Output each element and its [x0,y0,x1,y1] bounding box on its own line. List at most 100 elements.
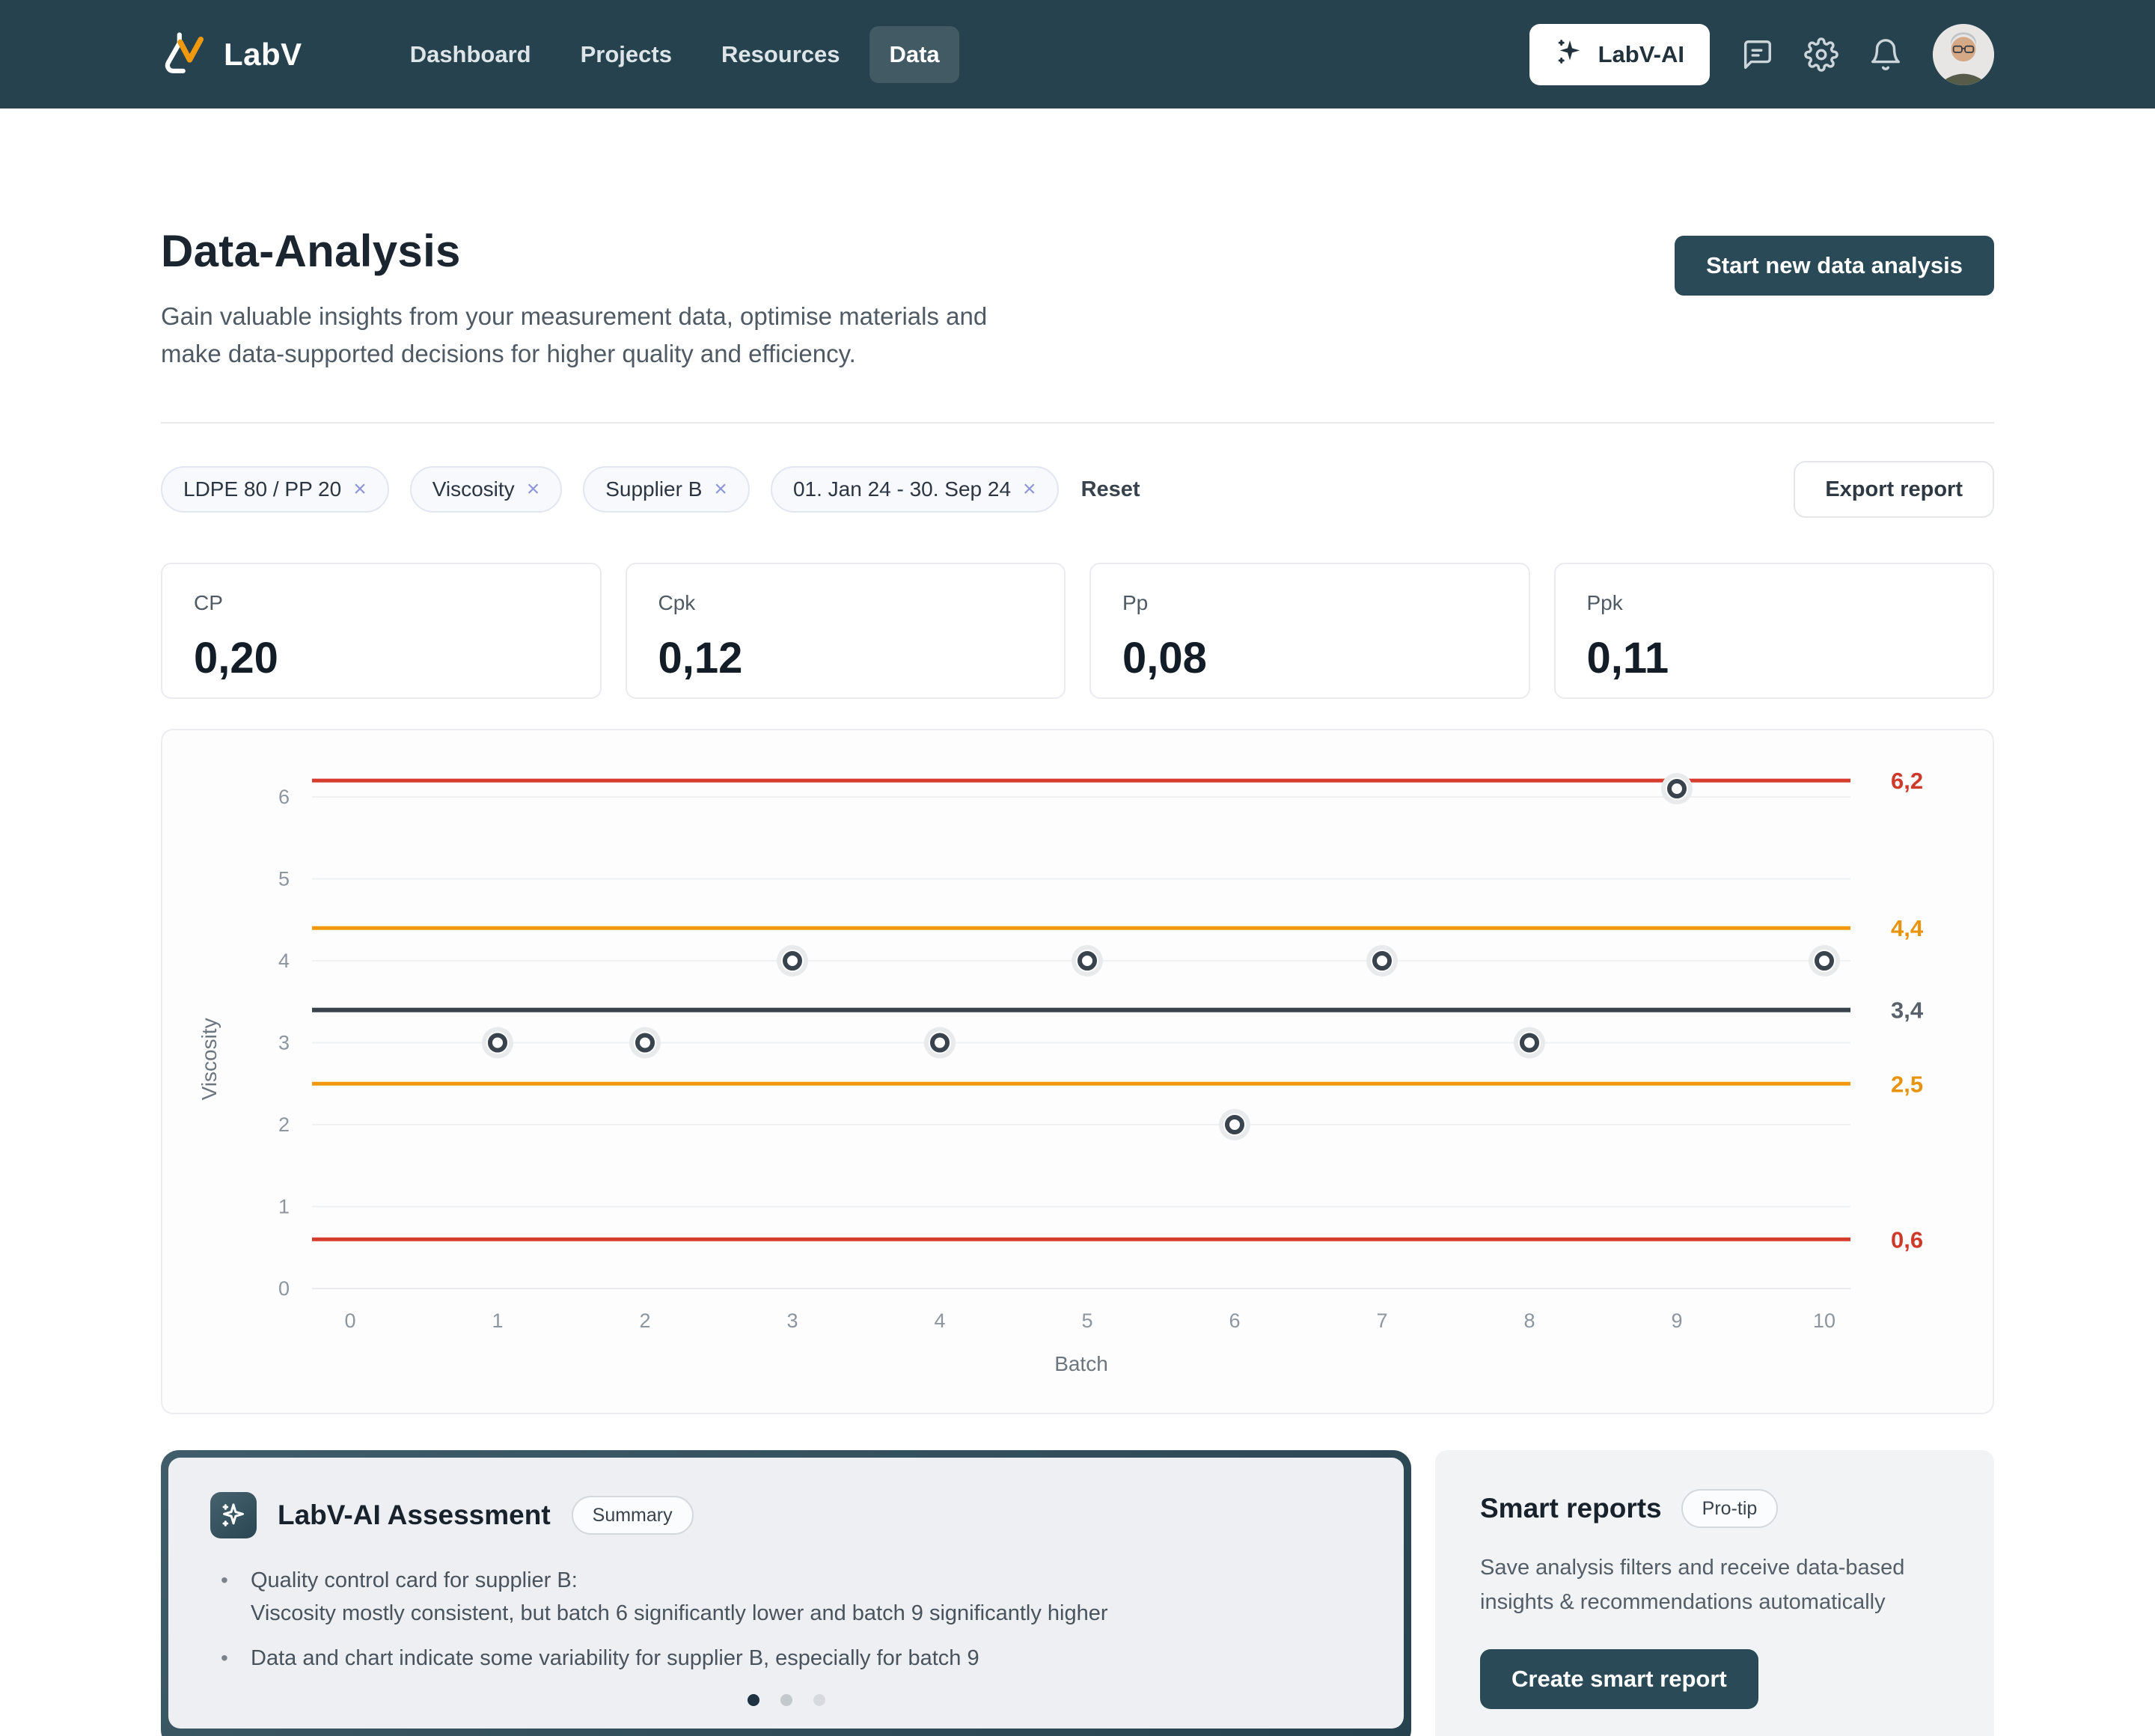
y-tick-label: 2 [278,1113,290,1136]
close-icon[interactable]: × [714,478,727,501]
data-point-batch-8[interactable] [1514,1027,1545,1059]
filter-chip-parameter[interactable]: Viscosity × [410,466,563,513]
close-icon[interactable]: × [1023,478,1036,501]
settings-button[interactable] [1804,37,1838,72]
assessment-carousel [210,1694,1362,1706]
data-point-batch-3[interactable] [777,945,808,977]
ai-assessment-frame: LabV-AI Assessment Summary • Quality con… [161,1450,1411,1736]
x-tick-label: 6 [1229,1309,1240,1332]
summary-badge: Summary [572,1496,694,1535]
y-tick-label: 4 [278,950,290,972]
smart-reports-card: Smart reports Pro-tip Save analysis filt… [1435,1450,1994,1736]
bullet-dot: • [221,1564,251,1630]
control-chart-card: 0123456012345678910BatchViscosity6,24,43… [161,729,1994,1414]
data-point-batch-9[interactable] [1661,773,1693,804]
main-content: Data-Analysis Gain valuable insights fro… [0,225,2155,1736]
filter-chip-material[interactable]: LDPE 80 / PP 20 × [161,466,389,513]
data-analysis-page: LabV Dashboard Projects Resources Data L… [0,0,2155,1736]
data-point-batch-6[interactable] [1219,1109,1250,1140]
bullet-dot: • [221,1642,251,1675]
carousel-dot-2[interactable] [780,1694,792,1706]
metric-label: Cpk [658,591,1033,615]
pro-tip-badge: Pro-tip [1681,1489,1779,1528]
metric-card-ppk: Ppk 0,11 [1554,563,1995,699]
feedback-button[interactable] [1740,37,1774,72]
assessment-bullets: • Quality control card for supplier B: V… [210,1564,1362,1675]
control-line-label-lower-spec-limit: 0,6 [1891,1226,1923,1253]
carousel-dot-1[interactable] [748,1694,759,1706]
data-point-batch-10[interactable] [1809,945,1840,977]
metric-label: Ppk [1587,591,1962,615]
x-tick-label: 3 [786,1309,798,1332]
filter-chips: LDPE 80 / PP 20 × Viscosity × Supplier B… [161,466,1059,513]
avatar-portrait [1933,24,1994,85]
x-tick-label: 4 [934,1309,945,1332]
filter-chip-daterange[interactable]: 01. Jan 24 - 30. Sep 24 × [771,466,1059,513]
filter-chip-supplier[interactable]: Supplier B × [583,466,750,513]
control-line-label-lower-warning-limit: 2,5 [1891,1071,1923,1097]
metric-card-cp: CP 0,20 [161,563,602,699]
flask-logo-icon [161,31,207,78]
control-line-label-upper-warning-limit: 4,4 [1891,915,1924,941]
topbar-right: LabV-AI [1529,24,1994,85]
metric-card-pp: Pp 0,08 [1089,563,1530,699]
bell-icon [1868,37,1903,72]
carousel-dot-3[interactable] [813,1694,825,1706]
data-point-batch-7[interactable] [1366,945,1398,977]
bottom-cards: LabV-AI Assessment Summary • Quality con… [161,1450,1994,1736]
create-smart-report-button[interactable]: Create smart report [1480,1649,1758,1709]
metric-value: 0,11 [1587,633,1962,683]
y-axis-label: Viscosity [198,1018,221,1100]
page-subtitle: Gain valuable insights from your measure… [161,298,987,373]
close-icon[interactable]: × [353,478,367,501]
labv-logo[interactable]: LabV [161,31,302,78]
x-tick-label: 5 [1081,1309,1092,1332]
page-title: Data-Analysis [161,225,987,277]
x-tick-label: 8 [1523,1309,1535,1332]
y-tick-label: 6 [278,786,290,808]
y-tick-label: 1 [278,1196,290,1218]
close-icon[interactable]: × [527,478,540,501]
smart-reports-title: Smart reports [1480,1493,1662,1524]
x-tick-label: 2 [639,1309,650,1332]
start-new-analysis-button[interactable]: Start new data analysis [1675,236,1994,296]
page-header: Data-Analysis Gain valuable insights fro… [161,225,1994,373]
assessment-title: LabV-AI Assessment [278,1500,551,1531]
reset-filters-button[interactable]: Reset [1081,477,1140,502]
filter-bar: LDPE 80 / PP 20 × Viscosity × Supplier B… [161,461,1994,518]
data-point-batch-2[interactable] [629,1027,661,1059]
smart-reports-header: Smart reports Pro-tip [1480,1489,1949,1528]
nav-item-projects[interactable]: Projects [561,26,691,83]
x-tick-label: 10 [1813,1309,1835,1332]
ai-assessment-card: LabV-AI Assessment Summary • Quality con… [168,1458,1404,1729]
control-line-label-upper-spec-limit: 6,2 [1891,768,1923,794]
x-axis-label: Batch [1054,1352,1108,1375]
labv-ai-button-label: LabV-AI [1598,41,1684,68]
metric-card-cpk: Cpk 0,12 [626,563,1066,699]
y-tick-label: 3 [278,1032,290,1054]
metric-value: 0,20 [194,633,569,683]
data-point-batch-4[interactable] [924,1027,956,1059]
capability-metrics: CP 0,20 Cpk 0,12 Pp 0,08 Ppk 0,11 [161,563,1994,699]
export-report-button[interactable]: Export report [1794,461,1994,518]
y-tick-label: 0 [278,1277,290,1300]
labv-ai-button[interactable]: LabV-AI [1529,24,1710,85]
x-tick-label: 1 [492,1309,503,1332]
metric-value: 0,12 [658,633,1033,683]
user-avatar[interactable] [1933,24,1994,85]
control-chart-svg: 0123456012345678910BatchViscosity6,24,43… [162,730,1988,1413]
nav-item-resources[interactable]: Resources [702,26,860,83]
sparkle-icon [1555,37,1585,73]
assessment-bullet: • Data and chart indicate some variabili… [221,1642,1362,1675]
data-point-batch-1[interactable] [482,1027,513,1059]
assessment-header: LabV-AI Assessment Summary [210,1492,1362,1538]
main-nav: Dashboard Projects Resources Data [391,26,959,83]
nav-item-data[interactable]: Data [869,26,959,83]
smart-reports-description: Save analysis filters and receive data-b… [1480,1550,1949,1619]
nav-item-dashboard[interactable]: Dashboard [391,26,551,83]
metric-value: 0,08 [1122,633,1497,683]
data-point-batch-5[interactable] [1072,945,1103,977]
chat-icon [1740,37,1774,72]
notifications-button[interactable] [1868,37,1903,72]
sparkle-icon [210,1492,257,1538]
